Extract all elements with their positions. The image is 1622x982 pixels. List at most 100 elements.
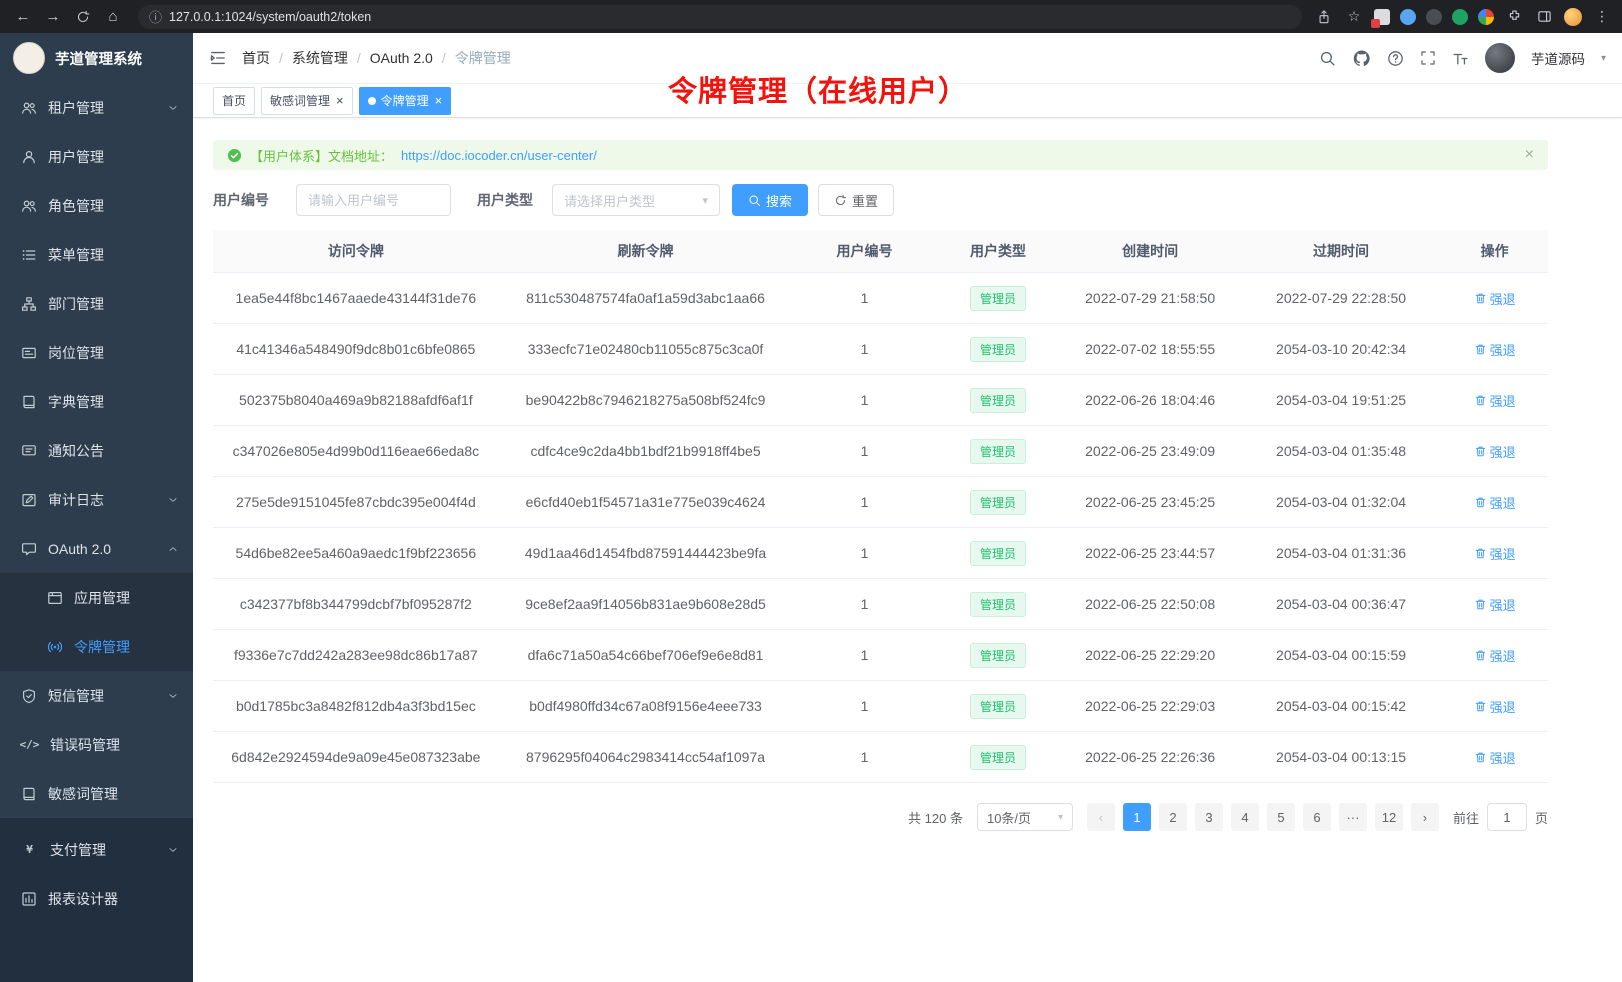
reset-button[interactable]: 重置 — [818, 184, 894, 216]
force-logout-button[interactable]: 强退 — [1474, 391, 1516, 410]
user-type-select[interactable]: 请选择用户类型 ▾ — [552, 184, 720, 216]
user-id-cell: 1 — [792, 579, 936, 630]
close-icon[interactable]: × — [1525, 146, 1534, 164]
tab-token-manage[interactable]: 令牌管理× — [359, 87, 452, 115]
force-logout-button[interactable]: 强退 — [1474, 493, 1516, 512]
help-icon[interactable] — [1387, 50, 1404, 67]
sidebar-item-dict[interactable]: 字典管理 — [0, 377, 193, 426]
table-header-row: 访问令牌刷新令牌用户编号用户类型创建时间过期时间操作 — [213, 230, 1548, 273]
user-type-cell: 管理员 — [937, 426, 1060, 477]
extension-icon[interactable] — [1426, 9, 1442, 25]
breadcrumb-item[interactable]: 首页 — [242, 48, 270, 68]
sidebar-item-oauth2[interactable]: OAuth 2.0 — [0, 524, 193, 573]
bookmark-star-icon[interactable]: ☆ — [1344, 7, 1364, 27]
back-icon[interactable]: ← — [10, 4, 36, 30]
force-logout-button[interactable]: 强退 — [1474, 748, 1516, 767]
force-logout-button[interactable]: 强退 — [1474, 289, 1516, 308]
close-icon[interactable]: × — [435, 93, 443, 108]
tab-home[interactable]: 首页 — [213, 87, 255, 115]
table-row: 54d6be82ee5a460a9aedc1f9bf22365649d1aa46… — [213, 528, 1548, 579]
table-row: 1ea5e44f8bc1467aaede43144f31de76811c5304… — [213, 273, 1548, 324]
sidebar-item-notice[interactable]: 通知公告 — [0, 426, 193, 475]
page-button-4[interactable]: 4 — [1231, 803, 1259, 831]
user-avatar[interactable] — [1485, 43, 1515, 73]
tab-sensitive-word[interactable]: 敏感词管理× — [261, 87, 353, 115]
sidebar-item-report-designer[interactable]: 报表设计器 — [0, 874, 193, 923]
search-icon[interactable] — [1319, 50, 1336, 67]
breadcrumb-item[interactable]: OAuth 2.0 — [370, 50, 433, 66]
page-button-1[interactable]: 1 — [1123, 803, 1151, 831]
next-page-button[interactable]: › — [1411, 803, 1439, 831]
forward-icon[interactable]: → — [40, 4, 66, 30]
sidebar-item-role[interactable]: 角色管理 — [0, 181, 193, 230]
breadcrumb-item[interactable]: 系统管理 — [292, 48, 348, 68]
extension-icon[interactable] — [1400, 9, 1416, 25]
sidebar-item-dept[interactable]: 部门管理 — [0, 279, 193, 328]
page-button-3[interactable]: 3 — [1195, 803, 1223, 831]
extensions-puzzle-icon[interactable] — [1504, 7, 1524, 27]
reload-icon[interactable] — [70, 4, 96, 30]
sidebar-item-post[interactable]: 岗位管理 — [0, 328, 193, 377]
expire-time-cell: 2054-03-04 00:13:15 — [1241, 732, 1441, 783]
home-icon[interactable]: ⌂ — [100, 4, 126, 30]
sidebar-item-label: 敏感词管理 — [48, 784, 179, 804]
doc-link[interactable]: https://doc.iocoder.cn/user-center/ — [401, 148, 597, 163]
fullscreen-icon[interactable] — [1420, 50, 1436, 66]
topbar: 首页/系统管理/OAuth 2.0/令牌管理 芋道源码 ▾ — [193, 33, 1622, 83]
chevron-down-icon — [167, 844, 179, 856]
font-size-icon[interactable] — [1452, 50, 1469, 67]
created-time-cell: 2022-06-25 22:50:08 — [1059, 579, 1241, 630]
page-button-6[interactable]: 6 — [1303, 803, 1331, 831]
signal-icon — [46, 639, 63, 655]
browser-profile-avatar[interactable] — [1564, 8, 1582, 26]
sidebar-item-error-code[interactable]: </>错误码管理 — [0, 720, 193, 769]
force-logout-button[interactable]: 强退 — [1474, 646, 1516, 665]
share-icon[interactable] — [1314, 7, 1334, 27]
extension-icon[interactable] — [1374, 9, 1390, 25]
force-logout-button[interactable]: 强退 — [1474, 442, 1516, 461]
user-type-badge: 管理员 — [970, 490, 1026, 515]
sidebar-item-token-manage[interactable]: 令牌管理 — [0, 622, 193, 671]
sidebar-item-tenant[interactable]: 租户管理 — [0, 83, 193, 132]
prev-page-button[interactable]: ‹ — [1087, 803, 1115, 831]
sidebar-item-pay[interactable]: ¥支付管理 — [0, 825, 193, 874]
user-id-cell: 1 — [792, 273, 936, 324]
sidebar-item-app-manage[interactable]: 应用管理 — [0, 573, 193, 622]
site-info-icon[interactable]: ⓘ — [149, 7, 162, 26]
sidebar-item-menu[interactable]: 菜单管理 — [0, 230, 193, 279]
force-logout-button[interactable]: 强退 — [1474, 544, 1516, 563]
user-name[interactable]: 芋道源码 — [1531, 48, 1585, 68]
force-logout-button[interactable]: 强退 — [1474, 697, 1516, 716]
page-button-2[interactable]: 2 — [1159, 803, 1187, 831]
user-type-cell: 管理员 — [937, 579, 1060, 630]
user-type-badge: 管理员 — [970, 643, 1026, 668]
sidebar-item-audit-log[interactable]: 审计日志 — [0, 475, 193, 524]
expire-time-cell: 2054-03-04 01:31:36 — [1241, 528, 1441, 579]
search-button[interactable]: 搜索 — [732, 184, 808, 216]
force-logout-button[interactable]: 强退 — [1474, 595, 1516, 614]
expire-time-cell: 2054-03-04 00:15:42 — [1241, 681, 1441, 732]
sidebar-item-sms[interactable]: 短信管理 — [0, 671, 193, 720]
sidebar-item-label: 令牌管理 — [74, 637, 179, 657]
user-id-input[interactable] — [296, 184, 451, 216]
address-bar[interactable]: ⓘ 127.0.0.1:1024/system/oauth2/token — [138, 5, 1302, 29]
more-pages-button[interactable]: ··· — [1339, 803, 1367, 831]
refresh-token-cell: be90422b8c7946218275a508bf524fc9 — [499, 375, 793, 426]
chevron-down-icon — [167, 690, 179, 702]
sidebar-item-sensitive-word[interactable]: 敏感词管理 — [0, 769, 193, 818]
github-icon[interactable] — [1352, 49, 1371, 68]
goto-page-input[interactable] — [1487, 803, 1527, 831]
extension-icon[interactable] — [1452, 9, 1468, 25]
side-panel-icon[interactable] — [1534, 7, 1554, 27]
page-size-select[interactable]: 10条/页 ▾ — [977, 803, 1073, 831]
force-logout-button[interactable]: 强退 — [1474, 340, 1516, 359]
page-button-12[interactable]: 12 — [1375, 803, 1403, 831]
close-icon[interactable]: × — [336, 93, 344, 108]
browser-menu-icon[interactable]: ⋮ — [1592, 7, 1612, 27]
user-type-cell: 管理员 — [937, 324, 1060, 375]
extension-icon[interactable] — [1478, 9, 1494, 25]
collapse-sidebar-icon[interactable] — [209, 49, 227, 67]
tree-icon — [20, 296, 37, 312]
page-button-5[interactable]: 5 — [1267, 803, 1295, 831]
sidebar-item-user[interactable]: 用户管理 — [0, 132, 193, 181]
